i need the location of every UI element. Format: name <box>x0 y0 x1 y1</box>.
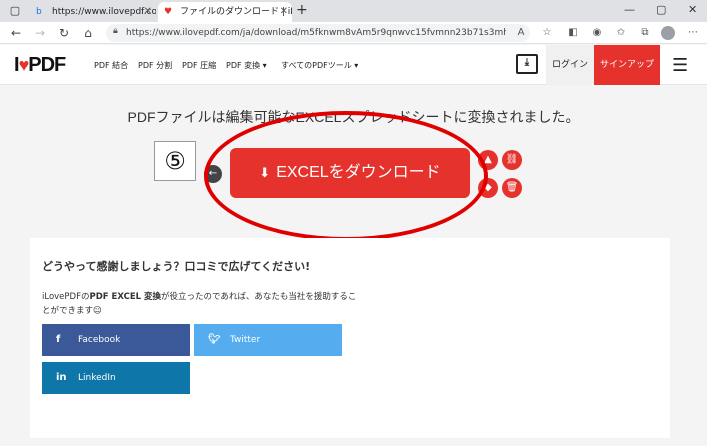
profile-avatar[interactable] <box>661 26 675 40</box>
login-button[interactable]: ログイン <box>546 45 594 85</box>
close-icon[interactable]: ✕ <box>280 2 288 22</box>
facebook-share-button[interactable]: f Facebook <box>42 324 190 356</box>
browser-tab-active[interactable]: ♥ ファイルのダウンロード | iLovePDF ✕ <box>158 2 292 22</box>
annotation-ellipse <box>204 111 488 241</box>
smile-icon: ☺ <box>93 306 102 316</box>
favorites-icon[interactable]: ✩ <box>614 26 628 40</box>
close-icon[interactable]: ✕ <box>144 2 152 22</box>
collections-icon[interactable]: ⧉ <box>638 26 652 40</box>
linkedin-icon: in <box>56 372 67 383</box>
lock-icon: 🔒︎ <box>113 26 118 36</box>
nav-all-tools[interactable]: すべてのPDFツール ▾ <box>281 60 358 71</box>
extension-2-icon[interactable]: ◉ <box>590 26 604 40</box>
home-icon[interactable]: ⌂ <box>80 25 96 41</box>
nav-convert-pdf[interactable]: PDF 変換 ▾ <box>226 60 267 71</box>
favorite-star-icon[interactable]: ☆ <box>540 26 554 40</box>
tab-title: https://www.ilovepdf.com/ja/edi <box>52 7 156 17</box>
twitter-label: Twitter <box>230 335 261 345</box>
facebook-icon: f <box>56 334 61 345</box>
bing-icon: b <box>36 7 42 17</box>
share-description: iLovePDFのPDF EXCEL 変換が役立ったのであれば、あなたも当社を援… <box>42 290 362 318</box>
nav-merge-pdf[interactable]: PDF 結合 <box>94 60 128 71</box>
address-bar-row: ← → ↻ ⌂ 🔒︎ https://www.ilovepdf.com/ja/d… <box>0 22 707 44</box>
share-title: どうやって感謝しましょう？口コミで広げてください! <box>42 260 311 273</box>
more-menu-icon[interactable]: ⋯ <box>686 26 700 40</box>
share-text-bold: PDF EXCEL 変換 <box>89 292 161 302</box>
url-text: https://www.ilovepdf.com/ja/download/m5f… <box>126 28 506 38</box>
tab-title: ファイルのダウンロード | iLovePDF <box>180 7 292 17</box>
step-marker: ⑤ <box>154 141 196 181</box>
nav-split-pdf[interactable]: PDF 分割 <box>138 60 172 71</box>
linkedin-share-button[interactable]: in LinkedIn <box>42 362 190 394</box>
twitter-share-button[interactable]: 🐦︎ Twitter <box>194 324 342 356</box>
share-link-icon[interactable]: ⛓ <box>502 150 522 170</box>
extension-icon[interactable]: ◧ <box>566 26 580 40</box>
ilovepdf-logo[interactable]: I♥PDF <box>14 54 66 77</box>
refresh-icon[interactable]: ↻ <box>56 25 72 41</box>
browser-tab-inactive[interactable]: b https://www.ilovepdf.com/ja/edi ✕ <box>30 2 156 22</box>
linkedin-label: LinkedIn <box>78 373 116 383</box>
facebook-label: Facebook <box>78 335 121 345</box>
forward-icon[interactable]: → <box>32 25 48 41</box>
desktop-download-icon[interactable]: ⤓ <box>516 54 538 74</box>
nav-compress-pdf[interactable]: PDF 圧縮 <box>182 60 216 71</box>
url-field[interactable]: 🔒︎ https://www.ilovepdf.com/ja/download/… <box>106 24 530 42</box>
read-aloud-icon[interactable]: A <box>514 26 528 40</box>
site-header: I♥PDF PDF 結合 PDF 分割 PDF 圧縮 PDF 変換 ▾ すべての… <box>0 45 707 85</box>
new-tab-icon[interactable]: + <box>296 2 308 18</box>
share-text-prefix: iLovePDFの <box>42 292 90 302</box>
logo-pdf: PDF <box>28 54 66 76</box>
signup-button[interactable]: サインアップ <box>594 45 660 85</box>
window-close-icon[interactable]: ✕ <box>688 3 697 16</box>
ilovepdf-heart-icon: ♥ <box>164 7 173 17</box>
hamburger-menu-icon[interactable]: ☰ <box>672 55 688 76</box>
tab-actions-icon[interactable]: ▢ <box>8 4 22 18</box>
browser-tab-strip: ▢ b https://www.ilovepdf.com/ja/edi ✕ ♥ … <box>0 0 707 22</box>
minimize-icon[interactable]: — <box>624 3 635 16</box>
heart-icon: ♥ <box>18 55 30 75</box>
share-card: どうやって感謝しましょう？口コミで広げてください! iLovePDFのPDF E… <box>30 238 670 438</box>
delete-trash-icon[interactable]: 🗑︎ <box>502 178 522 198</box>
back-icon[interactable]: ← <box>8 25 24 41</box>
twitter-icon: 🐦︎ <box>208 334 221 345</box>
restore-icon[interactable]: ▢ <box>656 3 666 16</box>
